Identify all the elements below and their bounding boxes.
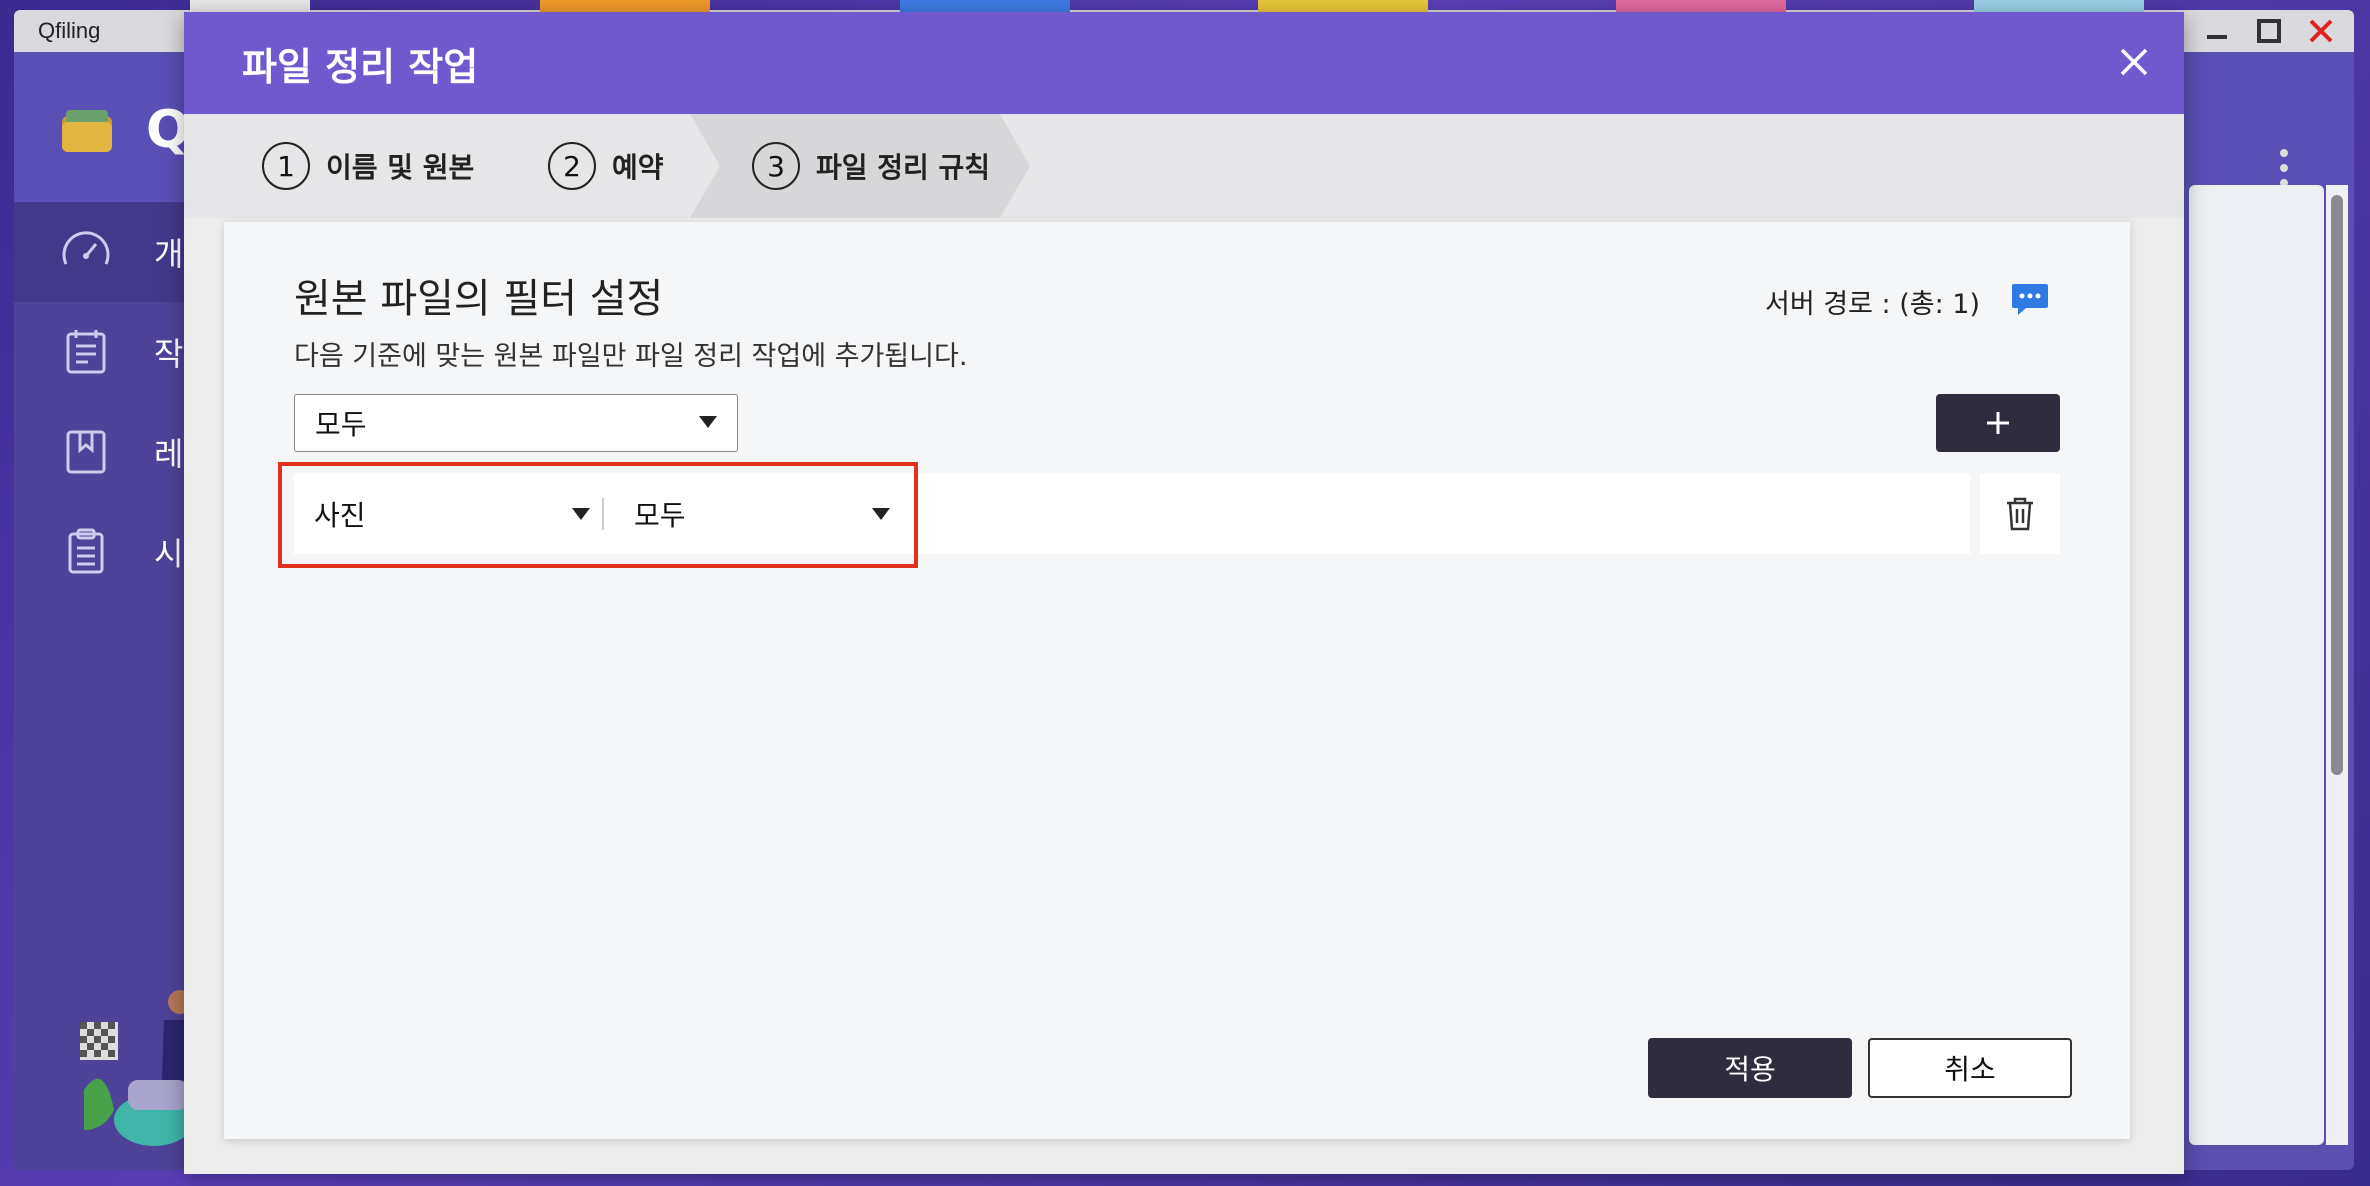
match-condition-value: 모두 xyxy=(315,408,367,441)
close-icon[interactable] xyxy=(2114,42,2154,82)
background-scrollbar[interactable] xyxy=(2326,185,2348,1145)
apply-button[interactable]: 적용 xyxy=(1648,1038,1852,1098)
plus-icon xyxy=(1987,412,2009,434)
step-number: 3 xyxy=(752,142,800,190)
file-type-select[interactable]: 사진 xyxy=(314,474,594,554)
section-title: 원본 파일의 필터 설정 xyxy=(294,276,664,322)
qfiling-logo-icon xyxy=(62,110,112,152)
step-label: 이름 및 원본 xyxy=(326,151,475,184)
nav-item-overview[interactable]: 개 xyxy=(14,202,194,302)
app-title: Qfiling xyxy=(38,18,101,43)
chat-bubble-icon[interactable] xyxy=(2010,282,2050,318)
desktop-icon-fragment xyxy=(1258,0,1428,12)
illustration-person-icon xyxy=(84,990,194,1146)
file-condition-value: 모두 xyxy=(634,499,686,532)
nav-label: 레 xyxy=(154,435,184,473)
tasks-icon xyxy=(66,330,106,374)
section-description: 다음 기준에 맞는 원본 파일만 파일 정리 작업에 추가됩니다. xyxy=(294,341,968,372)
window-controls xyxy=(2202,16,2336,46)
step-1[interactable]: 1 이름 및 원본 xyxy=(262,114,474,218)
desktop-icon-fragment xyxy=(900,0,1070,12)
window-close-icon[interactable] xyxy=(2306,16,2336,46)
more-options-icon[interactable] xyxy=(2278,148,2290,188)
cancel-button[interactable]: 취소 xyxy=(1868,1038,2072,1098)
dialog-title: 파일 정리 작업 xyxy=(242,45,479,89)
add-rule-button[interactable] xyxy=(1936,394,2060,452)
step-number: 2 xyxy=(548,142,596,190)
nav-label: 개 xyxy=(154,235,184,273)
chevron-down-icon xyxy=(699,416,717,428)
filter-settings-panel: 원본 파일의 필터 설정 다음 기준에 맞는 원본 파일만 파일 정리 작업에 … xyxy=(224,222,2130,1139)
step-label: 예약 xyxy=(612,151,664,184)
desktop-icon-fragment xyxy=(190,0,310,12)
dashboard-icon xyxy=(62,231,110,265)
clipboard-icon xyxy=(68,528,104,574)
wizard-steps: 1 이름 및 원본 2 예약 3 파일 정리 규칙 xyxy=(184,114,2184,218)
rule-row: 사진 모두 xyxy=(278,462,1970,568)
delete-rule-button[interactable] xyxy=(1980,474,2060,554)
minimize-icon[interactable] xyxy=(2202,16,2232,46)
step-2[interactable]: 2 예약 xyxy=(548,114,664,218)
nav-item-tasks[interactable]: 작 xyxy=(14,302,194,402)
step-label: 파일 정리 규칙 xyxy=(816,151,991,184)
desktop-icon-fragment xyxy=(1974,0,2144,12)
desktop-icon-fragment xyxy=(540,0,710,12)
nav-item-system[interactable]: 시 xyxy=(14,502,194,602)
chevron-down-icon xyxy=(872,508,890,520)
nav-item-bookmark[interactable]: 레 xyxy=(14,402,194,502)
nav-label: 작 xyxy=(154,335,184,373)
bookmark-icon xyxy=(66,430,106,474)
match-condition-select[interactable]: 모두 xyxy=(294,394,738,452)
maximize-icon[interactable] xyxy=(2254,16,2284,46)
desktop-icon-fragment xyxy=(1616,0,1786,12)
chevron-down-icon xyxy=(572,508,590,520)
trash-icon xyxy=(2007,497,2033,531)
step-number: 1 xyxy=(262,142,310,190)
background-panel xyxy=(2189,185,2324,1145)
file-condition-select[interactable]: 모두 xyxy=(634,474,914,554)
divider xyxy=(602,498,604,530)
server-path-label: 서버 경로 : (총: 1) xyxy=(1765,289,1980,320)
step-3[interactable]: 3 파일 정리 규칙 xyxy=(752,114,990,218)
file-organize-task-dialog: 파일 정리 작업 1 이름 및 원본 2 예약 3 파일 정리 규칙 원본 파일… xyxy=(184,12,2184,1174)
file-type-value: 사진 xyxy=(314,499,366,532)
nav-label: 시 xyxy=(154,535,184,573)
dialog-header: 파일 정리 작업 xyxy=(184,12,2184,114)
